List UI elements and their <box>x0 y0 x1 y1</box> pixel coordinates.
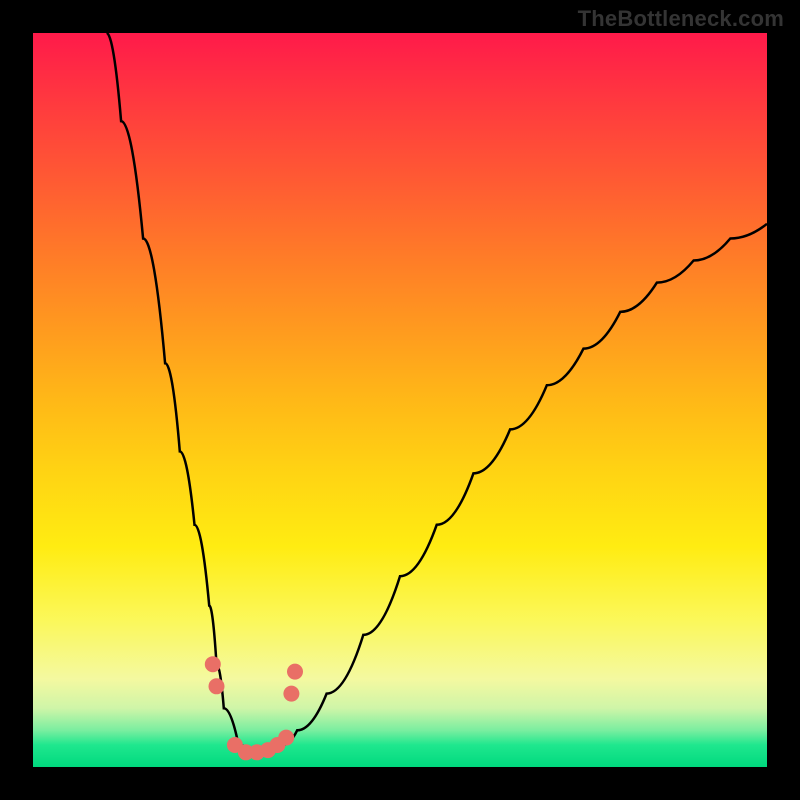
highlight-dot <box>287 664 303 680</box>
highlight-dot <box>278 730 294 746</box>
highlight-dot <box>209 678 225 694</box>
bottleneck-curve <box>106 33 767 752</box>
highlight-dot <box>283 686 299 702</box>
highlight-dot <box>205 656 221 672</box>
chart-frame: TheBottleneck.com <box>0 0 800 800</box>
curve-layer <box>0 0 800 800</box>
